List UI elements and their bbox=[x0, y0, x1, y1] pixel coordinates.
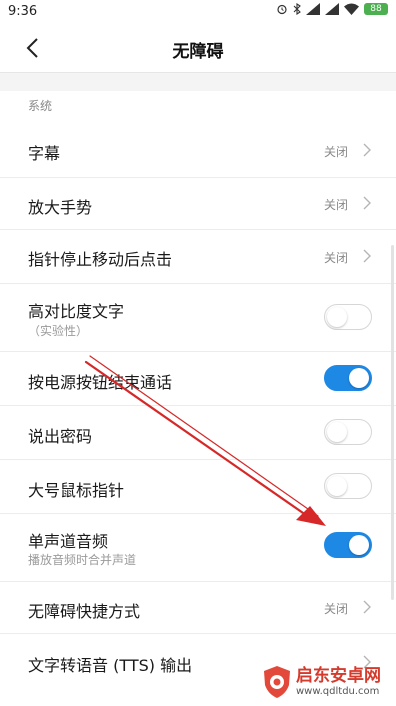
row-value: 关闭 bbox=[323, 198, 348, 212]
toggle-knob bbox=[327, 476, 347, 496]
status-bar: 9:36 88 bbox=[0, 0, 396, 24]
divider bbox=[0, 72, 396, 91]
row-dwell-click[interactable]: 指针停止移动后点击 关闭 bbox=[0, 230, 396, 284]
row-title: 大号鼠标指针 bbox=[28, 481, 125, 500]
row-subtitle: 播放音频时合并声道 bbox=[28, 553, 137, 567]
speak-passwords-toggle[interactable] bbox=[324, 419, 372, 445]
row-title: 单声道音频 bbox=[28, 532, 109, 551]
watermark-url: www.qdltdu.com bbox=[296, 686, 380, 697]
row-title: 高对比度文字 bbox=[28, 302, 125, 321]
watermark-logo: 启东安卓网 www.qdltdu.com bbox=[262, 662, 390, 702]
row-large-pointer[interactable]: 大号鼠标指针 bbox=[0, 460, 396, 514]
status-time: 9:36 bbox=[8, 4, 38, 19]
row-subtitle: （实验性） bbox=[28, 324, 89, 338]
row-mono-audio[interactable]: 单声道音频 播放音频时合并声道 bbox=[0, 514, 396, 582]
row-title: 字幕 bbox=[28, 144, 61, 163]
chevron-right-icon bbox=[363, 143, 371, 157]
row-accessibility-shortcut[interactable]: 无障碍快捷方式 关闭 bbox=[0, 582, 396, 634]
watermark-name: 启东安卓网 bbox=[296, 666, 381, 686]
chevron-right-icon bbox=[363, 249, 371, 263]
status-icons: 88 bbox=[276, 3, 388, 15]
signal-icon bbox=[325, 3, 339, 15]
alarm-icon bbox=[277, 4, 287, 15]
row-value: 关闭 bbox=[323, 251, 348, 265]
section-label: 系统 bbox=[28, 99, 53, 113]
power-ends-call-toggle[interactable] bbox=[324, 365, 372, 391]
large-pointer-toggle[interactable] bbox=[324, 473, 372, 499]
row-captions[interactable]: 字幕 关闭 bbox=[0, 122, 396, 178]
row-magnification[interactable]: 放大手势 关闭 bbox=[0, 178, 396, 230]
toggle-knob bbox=[327, 422, 347, 442]
scrollbar[interactable] bbox=[391, 245, 394, 600]
row-title: 放大手势 bbox=[28, 198, 93, 217]
signal-icon bbox=[306, 3, 320, 15]
row-value: 关闭 bbox=[323, 602, 348, 616]
toggle-knob bbox=[327, 307, 347, 327]
shield-logo-icon bbox=[264, 666, 290, 698]
toggle-knob bbox=[349, 368, 369, 388]
wifi-icon bbox=[344, 3, 359, 15]
header: 无障碍 bbox=[0, 24, 396, 72]
page-title: 无障碍 bbox=[172, 42, 224, 62]
bluetooth-icon bbox=[293, 3, 301, 15]
mono-audio-toggle[interactable] bbox=[324, 532, 372, 558]
battery-icon: 88 bbox=[364, 3, 388, 15]
row-title: 指针停止移动后点击 bbox=[28, 250, 173, 269]
row-title: 文字转语音 (TTS) 输出 bbox=[28, 656, 193, 675]
row-speak-passwords[interactable]: 说出密码 bbox=[0, 406, 396, 460]
row-title: 按电源按钮结束通话 bbox=[28, 373, 173, 392]
row-title: 说出密码 bbox=[28, 427, 93, 446]
high-contrast-toggle[interactable] bbox=[324, 304, 372, 330]
row-high-contrast[interactable]: 高对比度文字 （实验性） bbox=[0, 284, 396, 352]
chevron-right-icon bbox=[363, 600, 371, 614]
chevron-right-icon bbox=[363, 196, 371, 210]
toggle-knob bbox=[349, 535, 369, 555]
row-value: 关闭 bbox=[323, 145, 348, 159]
row-power-ends-call[interactable]: 按电源按钮结束通话 bbox=[0, 352, 396, 406]
row-title: 无障碍快捷方式 bbox=[28, 602, 141, 621]
